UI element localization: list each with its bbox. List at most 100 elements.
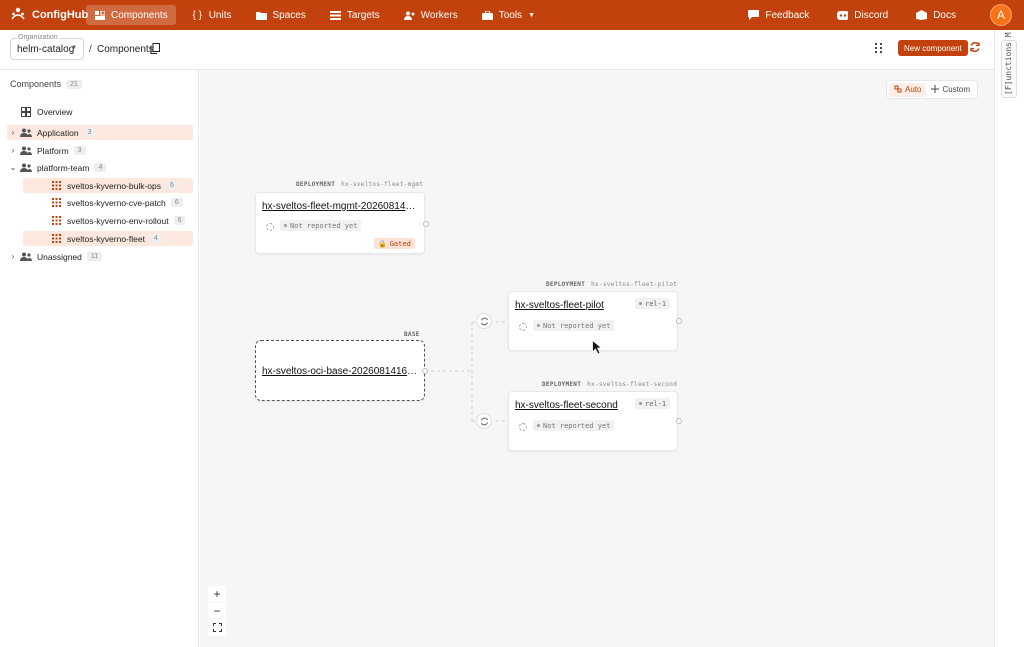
list-icon (329, 10, 341, 20)
output-port[interactable] (676, 418, 682, 424)
sync-icon[interactable] (476, 313, 492, 329)
zoom-in-button[interactable]: + (208, 586, 226, 602)
copy-icon[interactable] (150, 43, 160, 57)
nav-units-label: Units (208, 9, 232, 21)
chevron-right-icon[interactable]: › (7, 252, 19, 261)
docs-link[interactable]: Docs (908, 5, 964, 25)
node-title[interactable]: hx-sveltos-fleet-second (515, 400, 635, 411)
gated-text: Gated (389, 239, 411, 248)
node-title[interactable]: hx-sveltos-oci-base-20260814164… (262, 366, 420, 377)
nav-tools-label: Tools (498, 9, 523, 21)
org-select[interactable]: helm-catalog ▼ (10, 38, 84, 60)
sidebar-item-env-rollout[interactable]: sveltos-kyverno-env-rollout 6 (23, 213, 193, 228)
count-badge: 3 (83, 128, 96, 137)
node-pilot-kind: DEPLOYMENT hx-sveltos-fleet-pilot (546, 281, 677, 288)
release-text: rel-1 (645, 399, 667, 408)
refresh-icon[interactable] (969, 41, 981, 56)
node-title[interactable]: hx-sveltos-fleet-mgmt-20260814164… (262, 201, 420, 212)
sidebar-title-label: Components (10, 79, 62, 89)
feedback-link[interactable]: Feedback (740, 5, 817, 25)
top-nav: ConfigHub Components { } Units Spaces Ta… (0, 0, 1024, 30)
overview-grid-icon (19, 106, 33, 117)
nav-spaces[interactable]: Spaces (248, 5, 314, 25)
grid-dots-icon[interactable] (874, 42, 884, 57)
component-grid-icon (49, 234, 63, 243)
nav-targets[interactable]: Targets (322, 5, 388, 25)
sidebar-count-badge: 21 (66, 79, 82, 89)
node-mgmt[interactable]: hx-sveltos-fleet-mgmt-20260814164… Not r… (255, 192, 429, 254)
node-space-label: hx-sveltos-fleet-mgmt (341, 181, 424, 188)
node-second-kind: DEPLOYMENT hx-sveltos-fleet-second (542, 381, 677, 388)
tools-icon (481, 10, 493, 20)
status-pill: Not reported yet (533, 420, 615, 431)
sidebar-item-fleet[interactable]: sveltos-kyverno-fleet 4 (23, 231, 193, 246)
status-text: Not reported yet (290, 221, 358, 230)
nav-targets-label: Targets (346, 9, 380, 21)
count-badge: 11 (86, 252, 103, 261)
nav-components-label: Components (111, 9, 168, 21)
sidebar-item-label: Unassigned (37, 251, 82, 262)
node-space-label: hx-sveltos-fleet-second (587, 381, 678, 388)
release-badge: rel-1 (635, 398, 671, 409)
sidebar-group-unassigned[interactable]: › Unassigned 11 (7, 249, 193, 264)
nav-spaces-label: Spaces (272, 9, 306, 21)
zoom-out-button[interactable]: − (208, 603, 226, 619)
avatar[interactable]: A (990, 4, 1012, 26)
component-grid-icon (49, 198, 63, 207)
fit-view-button[interactable] (208, 620, 226, 636)
output-port[interactable] (423, 221, 429, 227)
discord-link[interactable]: Discord (829, 5, 896, 25)
pending-icon (519, 323, 527, 331)
feedback-label: Feedback (765, 9, 810, 21)
status-text: Not reported yet (543, 421, 611, 430)
sync-icon[interactable] (476, 413, 492, 429)
component-grid-icon (49, 216, 63, 225)
node-base[interactable]: hx-sveltos-oci-base-20260814164… (255, 340, 428, 401)
brand[interactable]: ConfigHub (0, 6, 88, 25)
node-base-kind: BASE (404, 331, 426, 338)
sidebar-item-bulk-ops[interactable]: sveltos-kyverno-bulk-ops 6 (23, 178, 193, 193)
sidebar-group-platform-team[interactable]: ⌄ platform-team 4 (7, 160, 193, 175)
status-pill: Not reported yet (533, 320, 615, 331)
discord-label: Discord (854, 9, 889, 21)
count-badge: 4 (94, 163, 107, 172)
new-component-button[interactable]: New component (898, 40, 968, 56)
count-badge: 4 (149, 234, 162, 243)
functions-tab[interactable]: [F]unctions M (1001, 32, 1017, 98)
sidebar-item-label: sveltos-kyverno-env-rollout (67, 215, 169, 226)
release-badge: rel-1 (635, 298, 671, 309)
release-text: rel-1 (645, 299, 667, 308)
node-space-label: hx-sveltos-fleet-pilot (591, 281, 678, 288)
pending-icon (519, 423, 527, 431)
braces-icon: { } (192, 9, 202, 21)
sidebar-item-cve-patch[interactable]: sveltos-kyverno-cve-patch 6 (23, 195, 193, 210)
output-port[interactable] (676, 318, 682, 324)
sidebar-item-label: sveltos-kyverno-fleet (67, 233, 145, 244)
mouse-cursor-icon (592, 339, 603, 358)
sidebar-item-label: sveltos-kyverno-bulk-ops (67, 180, 162, 191)
sidebar-group-application[interactable]: › Application 3 (7, 125, 193, 140)
team-icon (19, 128, 33, 137)
components-icon (94, 10, 105, 20)
graph-canvas[interactable]: Auto Custom DEPLOYMENT hx-sveltos-fleet-m… (200, 70, 994, 647)
chevron-down-icon: ▼ (528, 11, 535, 19)
workers-icon (403, 10, 415, 20)
nav-components[interactable]: Components (86, 5, 176, 25)
chevron-right-icon[interactable]: › (7, 128, 19, 137)
node-title[interactable]: hx-sveltos-fleet-pilot (515, 300, 630, 311)
output-port[interactable] (422, 368, 428, 374)
sidebar-item-overview[interactable]: Overview (7, 104, 193, 119)
discord-icon (837, 10, 849, 20)
count-badge: 6 (170, 198, 183, 207)
sidebar-group-platform[interactable]: › Platform 3 (7, 143, 193, 158)
gated-badge: 🔒 Gated (374, 238, 415, 249)
nav-units[interactable]: { } Units (184, 5, 240, 25)
nav-tools[interactable]: Tools ▼ (474, 5, 543, 25)
count-badge: 6 (166, 181, 178, 190)
nav-workers[interactable]: Workers (396, 5, 466, 25)
chevron-right-icon[interactable]: › (7, 146, 19, 155)
node-kind-label: BASE (404, 331, 420, 338)
sidebar-item-label: Platform (37, 145, 69, 156)
node-second[interactable]: hx-sveltos-fleet-second rel-1 Not report… (508, 391, 682, 451)
chevron-down-icon[interactable]: ⌄ (7, 163, 19, 172)
